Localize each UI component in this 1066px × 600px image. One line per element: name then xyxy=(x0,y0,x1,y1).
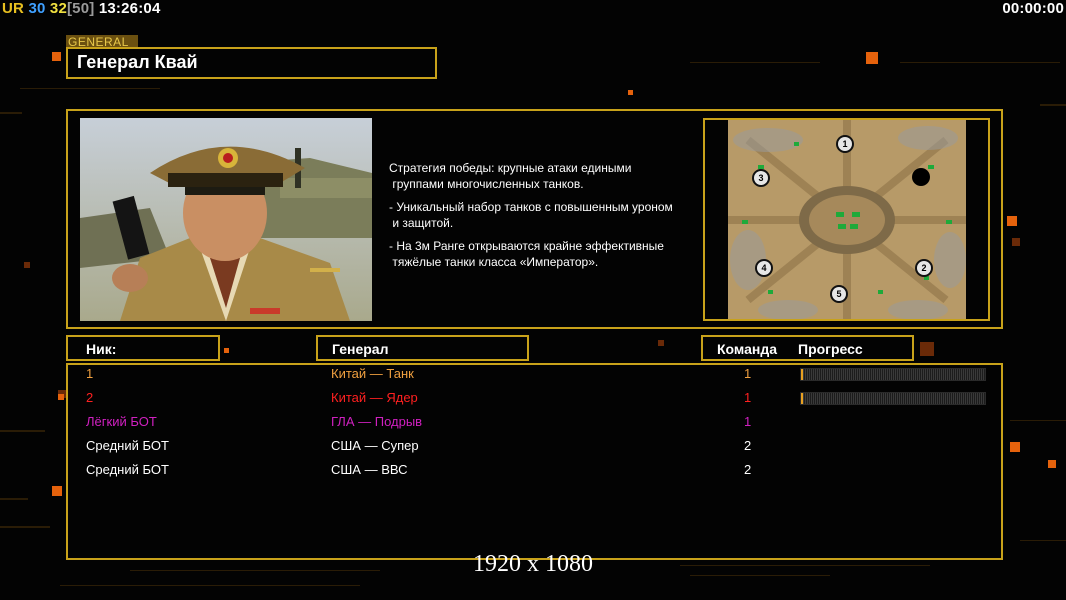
header-general: Генерал xyxy=(316,335,529,361)
resolution-label: 1920 x 1080 xyxy=(473,551,593,577)
hud-stats: UR 30 32[50] 13:26:04 xyxy=(2,0,160,17)
hud-segment: [50] xyxy=(66,0,95,17)
hud-timer: 00:00:00 xyxy=(1002,0,1064,17)
map-start-label: 4 xyxy=(761,263,766,273)
general-description: Стратегия победы: крупные атаки едиными … xyxy=(389,161,699,278)
progress-fill xyxy=(801,369,803,380)
player-team: 2 xyxy=(744,438,752,453)
player-row[interactable]: 1 Китай — Танк 1 xyxy=(0,366,1066,390)
map-start-label: 5 xyxy=(836,289,841,299)
header-general-label: Генерал xyxy=(332,341,389,357)
description-line: - На 3м Ранге открываются крайне эффекти… xyxy=(389,239,664,269)
player-general: Китай — Танк xyxy=(331,366,414,381)
player-nick: Средний БОТ xyxy=(86,462,169,477)
description-line: Стратегия победы: крупные атаки едиными … xyxy=(389,161,632,191)
map-start-label: 1 xyxy=(842,139,847,149)
general-title-box: Генерал Квай xyxy=(66,47,437,79)
progress-fill xyxy=(801,393,803,404)
player-row[interactable]: Средний БОТ США — ВВС 2 xyxy=(0,462,1066,486)
player-general: Китай — Ядер xyxy=(331,390,418,405)
hud-segment: 32 xyxy=(45,0,67,17)
progress-bar xyxy=(800,368,986,381)
player-team: 1 xyxy=(744,366,752,381)
player-team: 1 xyxy=(744,390,752,405)
map-preview[interactable]: 1 2 3 4 5 xyxy=(728,120,966,319)
hud-segment: 30 xyxy=(24,0,46,17)
map-start-label: 3 xyxy=(758,173,763,183)
player-nick: 1 xyxy=(86,366,94,381)
map-start-label: 2 xyxy=(921,263,926,273)
header-nick-label: Ник: xyxy=(86,341,117,357)
progress-bar xyxy=(800,392,986,405)
player-nick: 2 xyxy=(86,390,94,405)
player-row[interactable]: Лёгкий БОТ ГЛА — Подрыв 1 xyxy=(0,414,1066,438)
player-team: 1 xyxy=(744,414,752,429)
player-nick: Лёгкий БОТ xyxy=(86,414,157,429)
general-portrait xyxy=(80,118,372,321)
general-title: Генерал Квай xyxy=(77,52,198,72)
header-nick: Ник: xyxy=(66,335,220,361)
player-row[interactable]: 2 Китай — Ядер 1 xyxy=(0,390,1066,414)
header-progress-label: Прогресс xyxy=(798,341,863,357)
player-row[interactable]: Средний БОТ США — Супер 2 xyxy=(0,438,1066,462)
player-general: США — ВВС xyxy=(331,462,408,477)
player-nick: Средний БОТ xyxy=(86,438,169,453)
hud-segment: UR xyxy=(2,0,25,17)
player-general: США — Супер xyxy=(331,438,419,453)
header-team-progress: Команда Прогресс xyxy=(701,335,914,361)
player-team: 2 xyxy=(744,462,752,477)
header-team-label: Команда xyxy=(717,341,777,357)
description-line: - Уникальный набор танков с повышенным у… xyxy=(389,200,673,230)
player-general: ГЛА — Подрыв xyxy=(331,414,423,429)
hud-segment: 13:26:04 xyxy=(94,0,161,17)
